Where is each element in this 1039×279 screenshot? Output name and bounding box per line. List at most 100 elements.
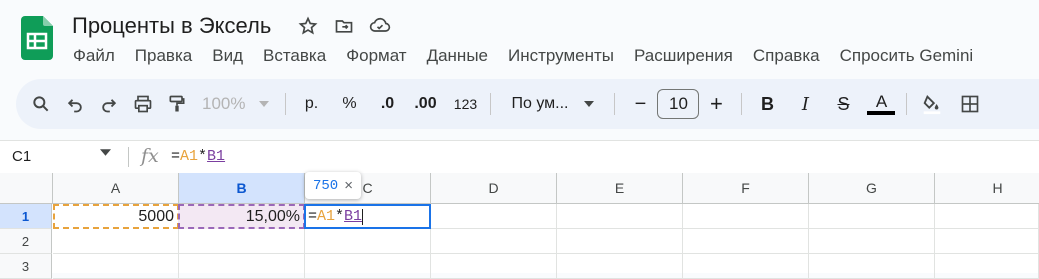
cell-b2[interactable] <box>179 229 305 254</box>
row-header-3[interactable]: 3 <box>0 254 52 279</box>
undo-icon[interactable] <box>58 87 92 121</box>
decrease-font-size-button[interactable]: − <box>623 87 657 121</box>
cell-f2[interactable] <box>683 229 809 254</box>
text-color-label: A <box>875 92 888 111</box>
menu-view[interactable]: Вид <box>202 44 253 68</box>
italic-button[interactable]: I <box>788 87 822 121</box>
column-header-a[interactable]: A <box>53 173 179 204</box>
cell-b3[interactable] <box>179 254 305 279</box>
formula-preview-value: 750 <box>313 177 339 194</box>
cell-b1[interactable]: 15,00% <box>178 204 305 229</box>
cell-c3[interactable] <box>305 254 431 279</box>
menu-format[interactable]: Формат <box>336 44 416 68</box>
formula-bar: C1 fx =A1*B1 <box>0 140 1039 174</box>
editor-operator: * <box>335 208 345 225</box>
currency-format-button[interactable]: р. <box>294 87 328 121</box>
star-icon[interactable] <box>296 14 320 38</box>
formula-input[interactable]: =A1*B1 <box>171 148 225 165</box>
print-icon[interactable] <box>126 87 160 121</box>
cell-a3[interactable] <box>53 254 179 279</box>
column-header-d[interactable]: D <box>431 173 557 204</box>
formula-operator: * <box>198 148 208 165</box>
select-all-corner[interactable] <box>0 173 53 204</box>
toolbar-divider <box>741 93 743 115</box>
fill-color-icon[interactable] <box>915 87 949 121</box>
column-header-g[interactable]: G <box>809 173 935 204</box>
cell-a2[interactable] <box>53 229 179 254</box>
font-value: По ум... <box>511 95 569 112</box>
cell-d2[interactable] <box>431 229 557 254</box>
cell-h1[interactable] <box>935 204 1039 229</box>
cell-f3[interactable] <box>683 254 809 279</box>
borders-icon[interactable] <box>953 87 987 121</box>
text-color-swatch <box>867 111 896 115</box>
search-menus-icon[interactable] <box>24 87 58 121</box>
name-box[interactable]: C1 <box>12 148 31 165</box>
toolbar-divider <box>614 93 616 115</box>
spreadsheet-grid: A B C D E F G H 1 2 3 5000 15,00% = A1 * B1 <box>0 173 1039 279</box>
column-header-e[interactable]: E <box>557 173 683 204</box>
cell-h3[interactable] <box>935 254 1039 279</box>
sheets-logo[interactable] <box>21 16 53 60</box>
formula-preview-tooltip: 750 × <box>305 172 361 199</box>
cell-e3[interactable] <box>557 254 683 279</box>
row-header-2[interactable]: 2 <box>0 229 52 254</box>
menu-help[interactable]: Справка <box>743 44 830 68</box>
menu-data[interactable]: Данные <box>417 44 498 68</box>
toolbar-divider <box>490 93 492 115</box>
chevron-down-icon[interactable] <box>100 149 111 156</box>
column-header-f[interactable]: F <box>683 173 809 204</box>
font-size-input[interactable]: 10 <box>657 89 700 119</box>
toolbar-divider <box>285 93 287 115</box>
increase-font-size-button[interactable]: + <box>699 87 733 121</box>
cell-e1[interactable] <box>557 204 683 229</box>
move-to-folder-icon[interactable] <box>332 14 356 38</box>
menu-tools[interactable]: Инструменты <box>498 44 624 68</box>
cell-c1-editor[interactable]: = A1 * B1 <box>304 204 431 229</box>
menu-file[interactable]: Файл <box>63 44 125 68</box>
decrease-decimal-button[interactable]: .0 <box>370 87 404 121</box>
chevron-down-icon <box>259 101 270 107</box>
cell-g2[interactable] <box>809 229 935 254</box>
more-formats-button[interactable]: 123 <box>448 87 482 121</box>
formula-bar-divider <box>128 147 129 167</box>
increase-decimal-button[interactable]: .00 <box>408 87 442 121</box>
cloud-status-icon[interactable] <box>368 14 392 38</box>
editor-ref-b1: B1 <box>344 208 363 225</box>
menu-extensions[interactable]: Расширения <box>624 44 743 68</box>
font-select[interactable]: По ум... <box>499 95 606 113</box>
redo-icon[interactable] <box>92 87 126 121</box>
toolbar-divider <box>906 93 908 115</box>
cell-d1[interactable] <box>431 204 557 229</box>
cell-e2[interactable] <box>557 229 683 254</box>
bold-button[interactable]: B <box>750 87 784 121</box>
formula-equals: = <box>171 148 181 165</box>
paint-format-icon[interactable] <box>160 87 194 121</box>
formula-ref-a1: A1 <box>180 148 199 165</box>
editor-ref-a1: A1 <box>317 208 336 225</box>
zoom-select[interactable]: 100% <box>194 94 277 114</box>
menu-gemini[interactable]: Спросить Gemini <box>830 44 984 68</box>
cell-f1[interactable] <box>683 204 809 229</box>
close-icon[interactable]: × <box>344 177 353 194</box>
cell-g3[interactable] <box>809 254 935 279</box>
row-header-1[interactable]: 1 <box>0 204 52 229</box>
cell-g1[interactable] <box>809 204 935 229</box>
cell-d3[interactable] <box>431 254 557 279</box>
zoom-value: 100% <box>202 94 246 113</box>
column-header-b[interactable]: B <box>179 173 305 204</box>
text-color-button[interactable]: A <box>864 87 898 121</box>
document-title[interactable]: Проценты в Эксель <box>72 13 271 39</box>
chevron-down-icon <box>584 101 595 107</box>
cell-c2[interactable] <box>305 229 431 254</box>
menu-bar: Файл Правка Вид Вставка Формат Данные Ин… <box>63 44 983 68</box>
percent-format-button[interactable]: % <box>332 87 366 121</box>
cell-h2[interactable] <box>935 229 1039 254</box>
toolbar: 100% р. % .0 .00 123 По ум... − 10 + B I… <box>16 79 1039 129</box>
menu-insert[interactable]: Вставка <box>253 44 336 68</box>
menu-edit[interactable]: Правка <box>125 44 202 68</box>
text-caret <box>362 208 364 225</box>
cell-a1[interactable]: 5000 <box>53 204 179 229</box>
column-header-h[interactable]: H <box>935 173 1039 204</box>
strikethrough-button[interactable]: S <box>826 87 860 121</box>
